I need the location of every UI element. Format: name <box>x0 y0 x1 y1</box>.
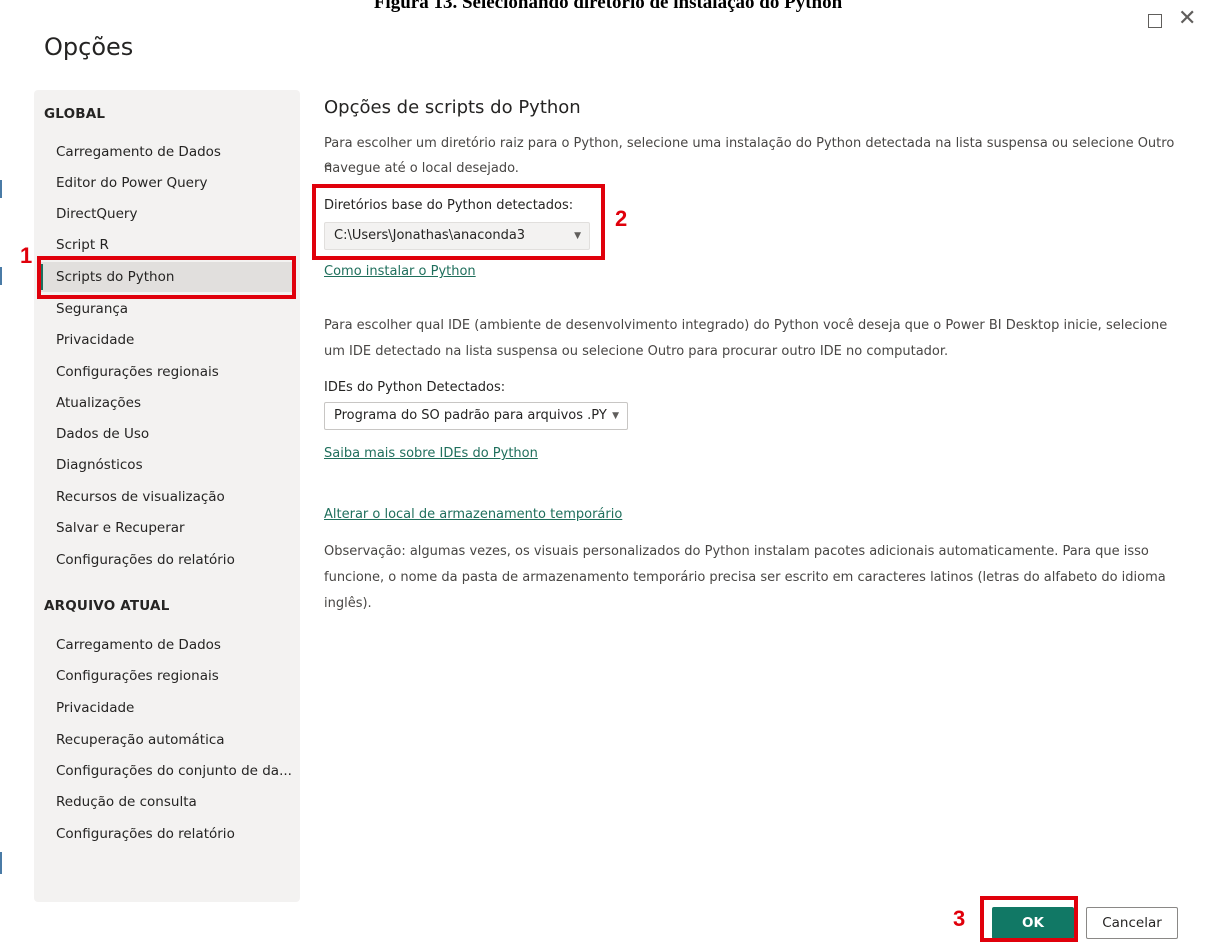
note-line2: funcione, o nome da pasta de armazenamen… <box>324 570 1166 585</box>
sidebar-item-save-recover[interactable]: Salvar e Recuperar <box>38 513 294 543</box>
sidebar-item-power-query[interactable]: Editor do Power Query <box>38 168 294 198</box>
ide-text-line2: um IDE detectado na lista suspensa ou se… <box>324 344 949 359</box>
sidebar-item-data-load[interactable]: Carregamento de Dados <box>38 137 294 167</box>
sidebar-item-updates[interactable]: Atualizações <box>38 388 294 418</box>
intro-text-line2: navegue até o local desejado. <box>324 161 519 176</box>
sidebar-item-report-settings[interactable]: Configurações do relatório <box>38 545 294 575</box>
step-number-3: 3 <box>953 906 966 931</box>
close-icon[interactable]: ✕ <box>1178 6 1196 31</box>
ide-dropdown[interactable]: Programa do SO padrão para arquivos .PY … <box>324 402 628 430</box>
options-sidebar: GLOBAL Carregamento de Dados Editor do P… <box>34 90 300 902</box>
sidebar-item-query-reduction[interactable]: Redução de consulta <box>38 787 294 817</box>
step-number-2: 2 <box>615 206 628 231</box>
ide-value: Programa do SO padrão para arquivos .PY <box>334 408 607 423</box>
ide-info-link[interactable]: Saiba mais sobre IDEs do Python <box>324 446 538 461</box>
sidebar-item-file-privacy[interactable]: Privacidade <box>38 693 294 723</box>
ide-label: IDEs do Python Detectados: <box>324 380 506 395</box>
note-line1: Observação: algumas vezes, os visuais pe… <box>324 544 1149 559</box>
chevron-down-icon: ▼ <box>612 411 619 421</box>
sidebar-item-usage-data[interactable]: Dados de Uso <box>38 419 294 449</box>
section-heading-global: GLOBAL <box>44 106 106 122</box>
highlight-box-3 <box>980 896 1078 942</box>
highlight-box-2 <box>312 184 605 260</box>
sidebar-item-diagnostics[interactable]: Diagnósticos <box>38 450 294 480</box>
sidebar-item-directquery[interactable]: DirectQuery <box>38 199 294 229</box>
window-edge-mark <box>0 180 2 198</box>
maximize-icon[interactable] <box>1148 14 1162 28</box>
window-edge-mark <box>0 267 2 285</box>
sidebar-item-file-report-settings[interactable]: Configurações do relatório <box>38 819 294 849</box>
sidebar-item-dataset-settings[interactable]: Configurações do conjunto de da... <box>38 756 294 786</box>
highlight-box-1 <box>37 256 296 299</box>
dialog-title: Opções <box>44 33 134 61</box>
cancel-button[interactable]: Cancelar <box>1086 907 1178 939</box>
sidebar-item-preview-features[interactable]: Recursos de visualização <box>38 482 294 512</box>
ide-text-line1: Para escolher qual IDE (ambiente de dese… <box>324 318 1168 333</box>
step-number-1: 1 <box>20 243 33 268</box>
sidebar-item-regional[interactable]: Configurações regionais <box>38 357 294 387</box>
sidebar-item-file-data-load[interactable]: Carregamento de Dados <box>38 630 294 660</box>
section-heading-current-file: ARQUIVO ATUAL <box>44 598 170 614</box>
note-line3: inglês). <box>324 596 372 611</box>
sidebar-item-auto-recovery[interactable]: Recuperação automática <box>38 725 294 755</box>
window-edge-mark <box>0 852 2 874</box>
panel-heading: Opções de scripts do Python <box>324 97 581 118</box>
sidebar-item-file-regional[interactable]: Configurações regionais <box>38 661 294 691</box>
figure-caption: Figura 13. Selecionando diretório de ins… <box>373 0 843 13</box>
temp-storage-link[interactable]: Alterar o local de armazenamento temporá… <box>324 507 622 522</box>
sidebar-item-privacy[interactable]: Privacidade <box>38 325 294 355</box>
install-python-link[interactable]: Como instalar o Python <box>324 264 476 279</box>
